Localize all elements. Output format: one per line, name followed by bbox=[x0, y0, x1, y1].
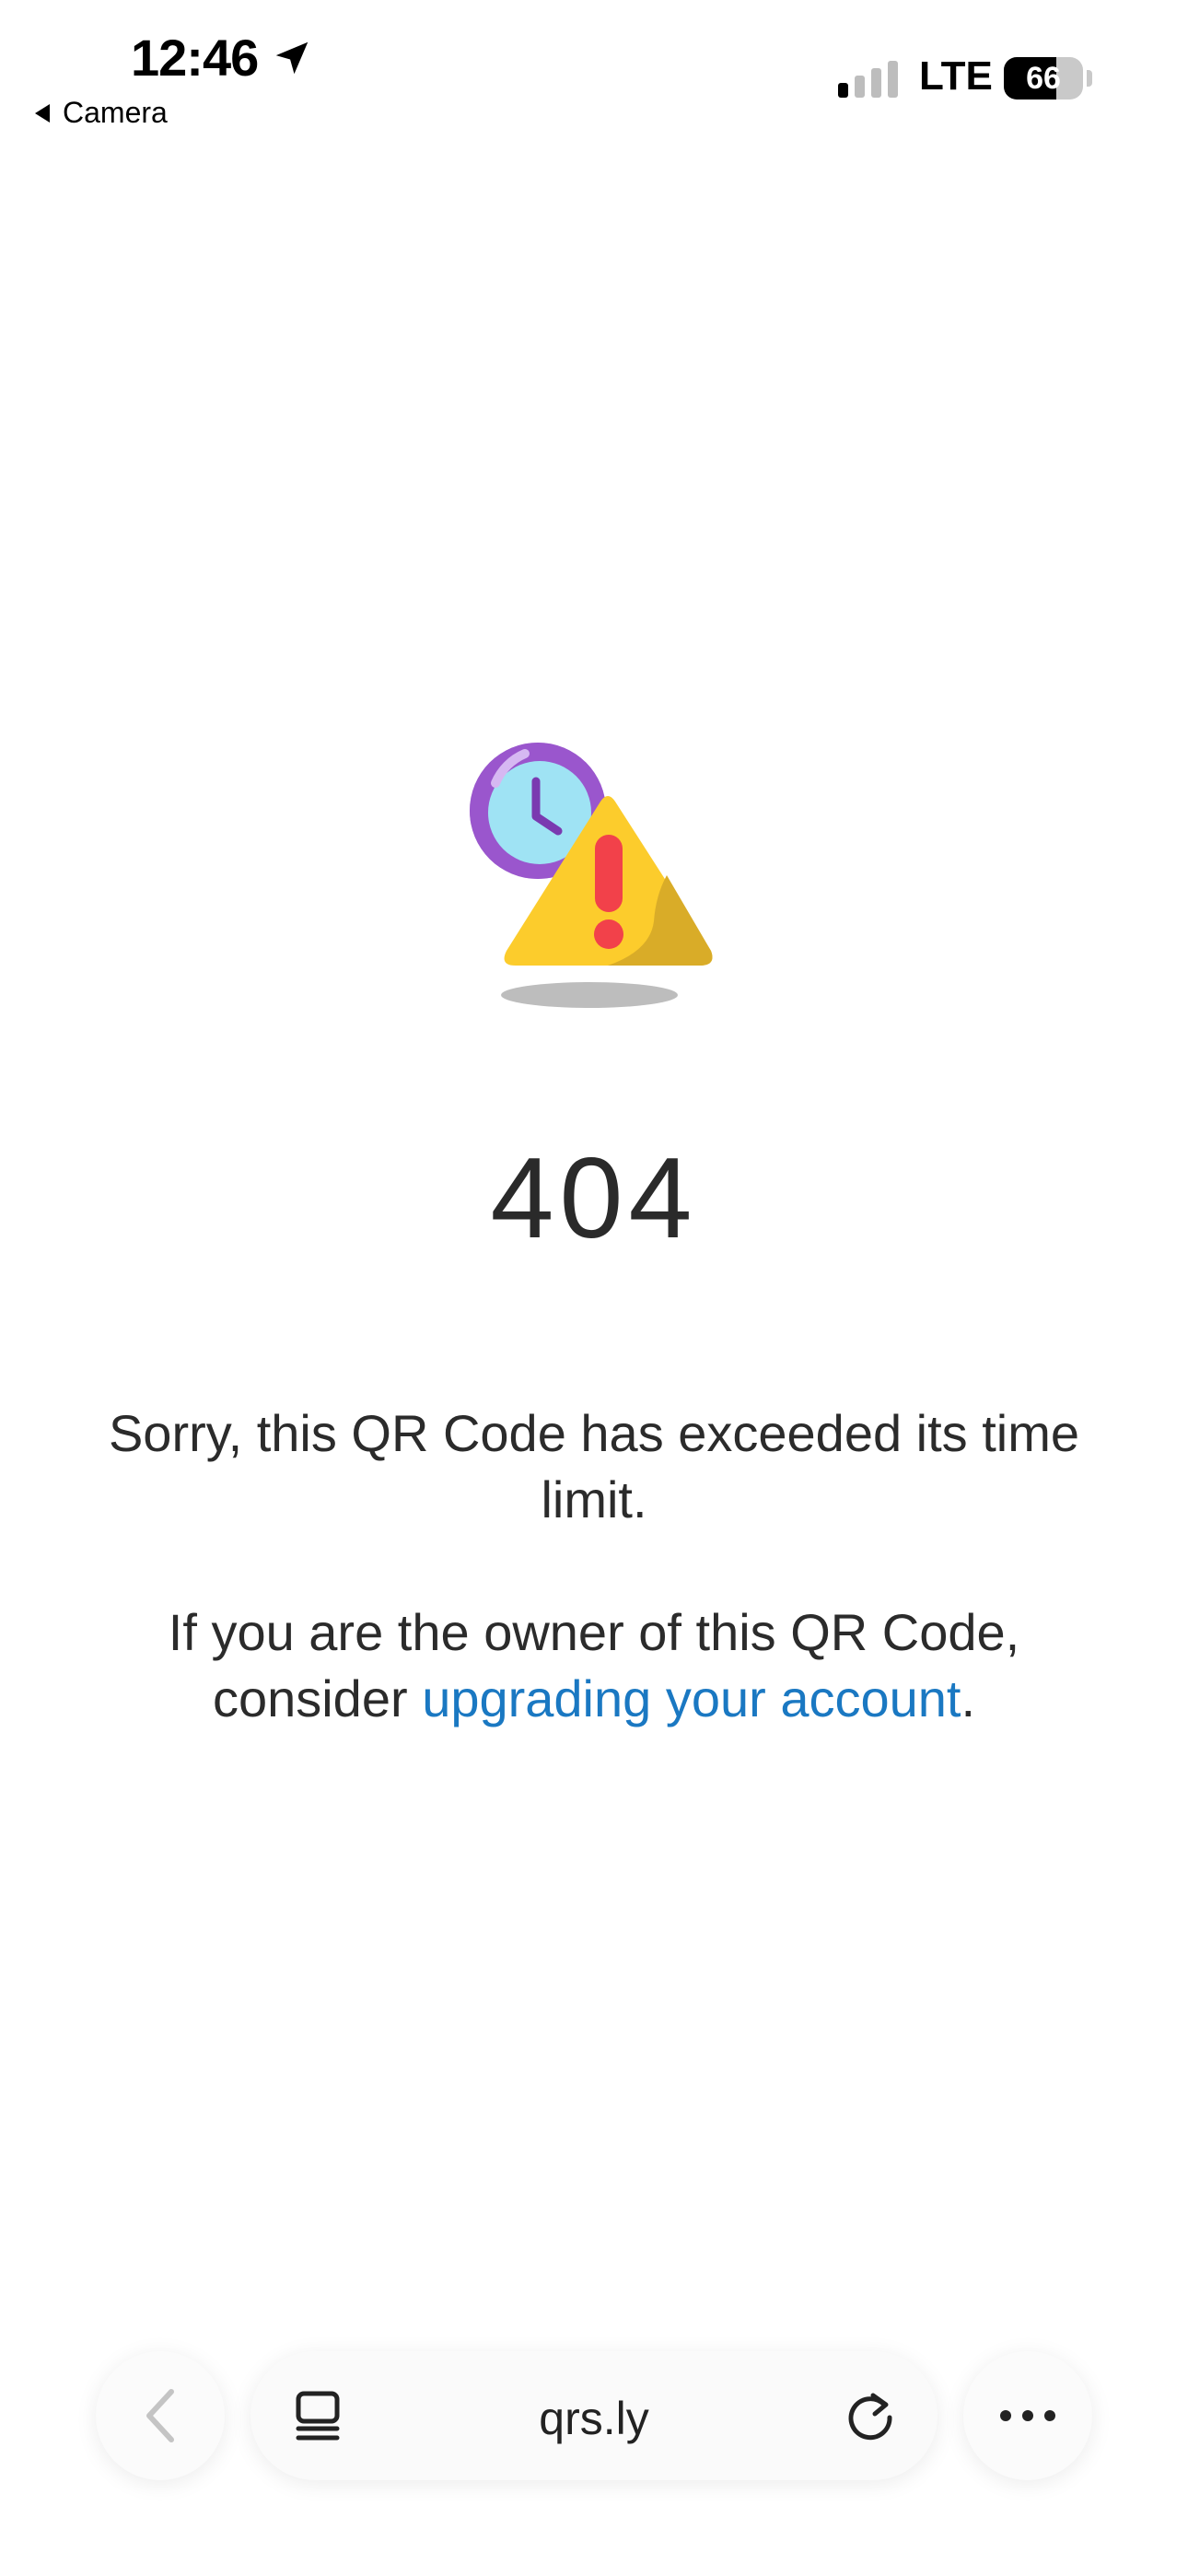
back-button[interactable] bbox=[96, 2351, 225, 2480]
chevron-left-icon bbox=[146, 2389, 174, 2442]
error-code: 404 bbox=[490, 1135, 698, 1262]
more-button[interactable] bbox=[963, 2351, 1092, 2480]
error-message: Sorry, this QR Code has exceeded its tim… bbox=[108, 1404, 1080, 1528]
owner-message-suffix: . bbox=[961, 1669, 976, 1727]
address-bar[interactable]: qrs.ly bbox=[250, 2351, 938, 2480]
more-dots-icon bbox=[1000, 2410, 1055, 2421]
battery-percent: 66 bbox=[1026, 61, 1061, 96]
location-arrow-icon bbox=[275, 41, 309, 74]
network-type: LTE bbox=[919, 53, 993, 99]
battery-icon: 66 bbox=[1004, 57, 1083, 100]
back-triangle-icon bbox=[35, 103, 50, 123]
signal-bars-icon bbox=[838, 61, 898, 98]
back-app-label: Camera bbox=[63, 96, 168, 129]
back-to-app-link[interactable]: Camera bbox=[35, 96, 168, 130]
status-time: 12:46 bbox=[131, 28, 313, 88]
upgrade-account-link[interactable]: upgrading your account bbox=[422, 1669, 961, 1727]
clock-warning-icon bbox=[470, 743, 713, 1008]
battery-tip bbox=[1087, 70, 1092, 87]
reload-icon[interactable] bbox=[844, 2390, 897, 2443]
owner-message: If you are the owner of this QR Code, co… bbox=[74, 1599, 1114, 1732]
url-text[interactable]: qrs.ly bbox=[250, 2392, 938, 2445]
time-text: 12:46 bbox=[131, 29, 259, 87]
